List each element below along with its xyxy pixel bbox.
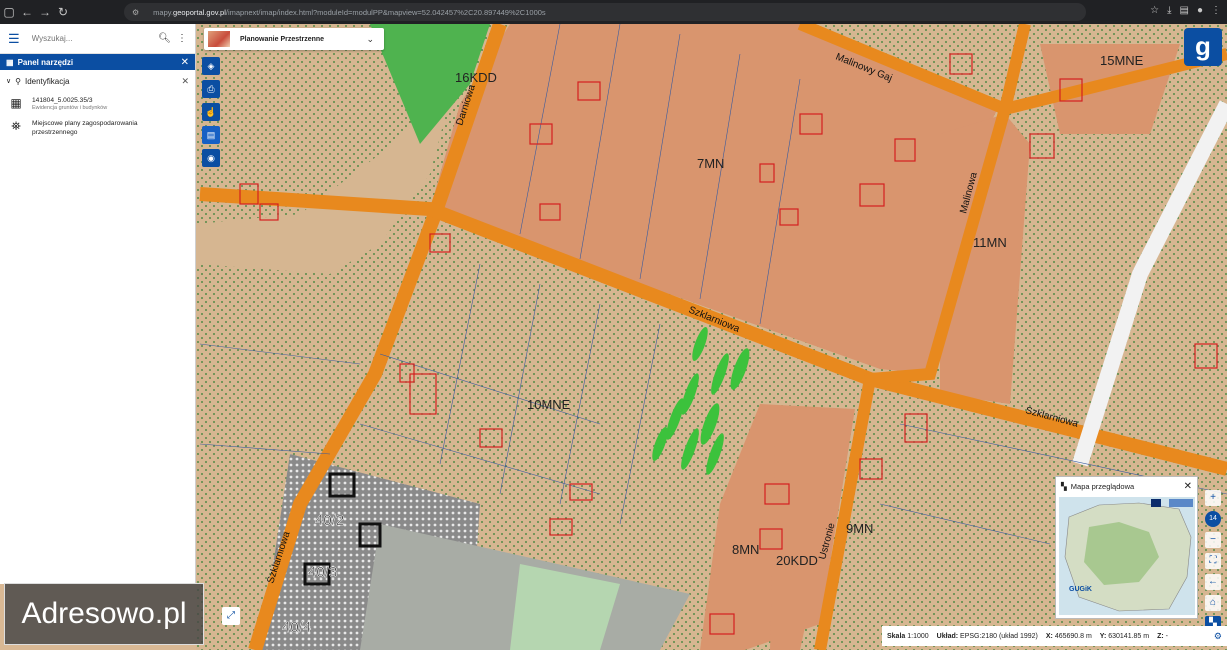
status-bar: Skala 1:1000 Układ: EPSG:2180 (układ 199… xyxy=(882,626,1227,646)
layer-thumbnail xyxy=(208,31,230,47)
zoom-in-button[interactable]: + xyxy=(1205,490,1221,506)
zoom-out-button[interactable]: − xyxy=(1205,532,1221,548)
print-icon[interactable]: ⎙ xyxy=(202,80,220,98)
address-bar[interactable]: ⚙ mapy.geoportal.gov.pl/imapnext/imap/in… xyxy=(124,3,1086,21)
result-title: 141804_5.0025.35/3 xyxy=(32,97,93,104)
close-section-icon[interactable]: ✕ xyxy=(181,76,189,87)
chevron-down-icon: ⌄ xyxy=(366,33,374,44)
home-extent-icon[interactable]: ⌂ xyxy=(1205,595,1221,611)
expand-icon[interactable]: ⤢ xyxy=(222,607,240,625)
identify-hand-icon[interactable]: ☝ xyxy=(202,103,220,121)
fullscreen-icon[interactable]: ⛶ xyxy=(1205,553,1221,569)
scale-readout[interactable]: Skala 1:1000 xyxy=(887,633,929,640)
zone-label-16kdd: 16KDD xyxy=(455,70,497,85)
zone-label-11mn: 11MN xyxy=(973,235,1007,250)
reload-icon[interactable]: ↻ xyxy=(54,5,72,19)
x-coordinate: X: 465690.8 m xyxy=(1045,632,1092,640)
overview-map-panel: ▚ Mapa przeglądowa ✕ GUGiK xyxy=(1055,476,1198,619)
zone-label-9mn: 9MN xyxy=(846,521,873,536)
hamburger-menu-icon[interactable]: ☰ xyxy=(8,31,24,47)
result-subtitle: Ewidencja gruntów i budynków xyxy=(32,105,108,111)
building-grid-icon: ▦ xyxy=(10,96,22,110)
browser-toolbar: ▢ ← → ↻ ⚙ mapy.geoportal.gov.pl/imapnext… xyxy=(0,0,1227,24)
overview-map[interactable]: GUGiK xyxy=(1059,497,1195,615)
layer-select[interactable]: Planowanie Przestrzenne ⌄ xyxy=(204,28,384,50)
zoom-controls: + 14 − ⛶ ← ⌂ ▚ xyxy=(1203,490,1223,632)
section-title: Identyfikacja xyxy=(24,76,70,86)
url-text: mapy.geoportal.gov.pl/imapnext/imap/inde… xyxy=(153,7,546,17)
profile-icon[interactable]: ● xyxy=(1197,5,1203,16)
search-icon[interactable]: 🔍︎ xyxy=(158,33,171,44)
browser-actions: ☆ ⤓ ▤ ● ⋮ xyxy=(1150,5,1221,16)
layers-icon[interactable]: ◈ xyxy=(202,57,220,75)
tool-column: ◈ ⎙ ☝ ▤ ◉ xyxy=(202,57,220,167)
previous-view-icon[interactable]: ← xyxy=(1205,574,1221,590)
grid-icon: ▦ xyxy=(6,57,14,67)
zone-label-7mn: 7MN xyxy=(697,156,724,171)
result-item[interactable]: ▦ 141804_5.0025.35/3 Ewidencja gruntów i… xyxy=(0,92,195,115)
search-input[interactable] xyxy=(31,34,159,43)
zone-label-10mne: 10MNE xyxy=(527,397,571,412)
chevron-down-icon[interactable]: ∨ xyxy=(6,77,11,85)
gugik-logo: GUGiK xyxy=(1069,586,1092,593)
result-title: Miejscowe plany zagospodarowania przestr… xyxy=(32,120,138,136)
settings-gear-icon[interactable]: ⚙ xyxy=(1214,631,1222,642)
parcel-label-40-3: 40/3 xyxy=(308,564,337,581)
zoom-level-badge: 14 xyxy=(1205,511,1221,527)
crs-readout[interactable]: Układ: EPSG:2180 (układ 1992) xyxy=(937,633,1038,640)
search-small-icon: ⚲ xyxy=(15,76,21,86)
clipboard-icon[interactable]: ▤ xyxy=(202,126,220,144)
download-icon[interactable]: ⤓ xyxy=(1167,5,1171,16)
zone-label-20kdd: 20KDD xyxy=(776,553,818,568)
sidebar-toggle-icon[interactable]: ▢ xyxy=(0,5,18,19)
zone-label-8mn: 8MN xyxy=(732,542,759,557)
close-panel-icon[interactable]: ✕ xyxy=(181,57,189,68)
more-options-icon[interactable]: ⋮ xyxy=(177,33,187,44)
z-coordinate: Z: - xyxy=(1157,632,1169,640)
forward-arrow-icon[interactable]: → xyxy=(36,5,54,19)
left-panel: ☰ 🔍︎ ⋮ ▦ Panel narzędzi ✕ ∨ ⚲ Identyfika… xyxy=(0,24,196,584)
extensions-icon[interactable]: ▤ xyxy=(1180,5,1189,16)
overview-header: ▚ Mapa przeglądowa ✕ xyxy=(1056,477,1197,495)
site-info-icon[interactable]: ⚙ xyxy=(132,8,139,17)
parcel-label-40-4: 40/4 xyxy=(282,619,311,636)
search-row: ☰ 🔍︎ ⋮ xyxy=(0,24,195,54)
panel-title: Panel narzędzi xyxy=(17,57,74,67)
y-coordinate: Y: 630141.85 m xyxy=(1099,632,1150,640)
watermark: Adresowo.pl xyxy=(4,583,204,645)
overview-map-icon: ▚ xyxy=(1061,481,1067,491)
result-item[interactable]: ⛯ Miejscowe plany zagospodarowania przes… xyxy=(0,115,195,141)
bookmark-star-icon[interactable]: ☆ xyxy=(1150,5,1159,16)
parcel-label-40-2: 40/2 xyxy=(315,512,344,529)
camera-icon[interactable]: ◉ xyxy=(202,149,220,167)
tools-panel-header: ▦ Panel narzędzi ✕ xyxy=(0,54,195,70)
close-overview-icon[interactable]: ✕ xyxy=(1184,481,1192,492)
overview-title: Mapa przeglądowa xyxy=(1070,481,1135,491)
menu-dots-icon[interactable]: ⋮ xyxy=(1211,5,1221,16)
geoportal-logo-icon[interactable]: g xyxy=(1184,28,1222,66)
map-pin-icon: ⛯ xyxy=(11,119,21,133)
identification-section[interactable]: ∨ ⚲ Identyfikacja ✕ xyxy=(0,70,195,92)
zone-label-15mne: 15MNE xyxy=(1100,53,1144,68)
back-arrow-icon[interactable]: ← xyxy=(18,5,36,19)
layer-select-label: Planowanie Przestrzenne xyxy=(240,35,325,43)
